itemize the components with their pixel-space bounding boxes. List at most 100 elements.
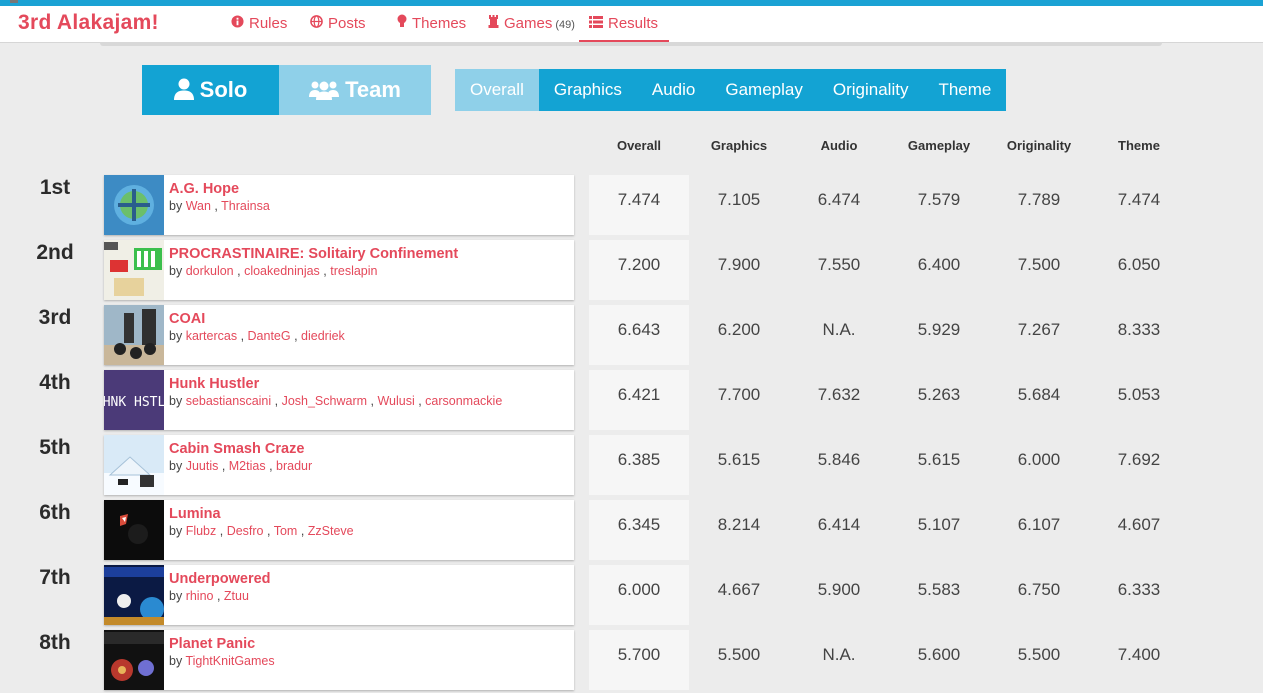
author-link[interactable]: bradur: [276, 459, 312, 473]
game-thumbnail[interactable]: [104, 630, 164, 690]
score-theme: 7.474: [1117, 190, 1161, 209]
author-separator: ,: [216, 524, 227, 538]
team-division-button[interactable]: Team: [279, 65, 431, 115]
author-link[interactable]: treslapin: [330, 264, 377, 278]
score-theme: 6.333: [1117, 580, 1161, 599]
score-originality: 6.107: [1017, 515, 1061, 534]
col-header-theme: Theme: [1118, 138, 1160, 153]
nav-themes[interactable]: Themes: [397, 6, 466, 42]
author-link[interactable]: Wan: [186, 199, 211, 213]
game-thumbnail[interactable]: [104, 500, 164, 560]
author-link[interactable]: Juutis: [186, 459, 219, 473]
author-link[interactable]: diedriek: [301, 329, 345, 343]
tab-theme[interactable]: Theme: [923, 69, 1006, 111]
score-audio: 7.632: [817, 385, 861, 404]
brand-link[interactable]: 3rd Alakajam!: [18, 11, 159, 35]
game-thumbnail[interactable]: [104, 565, 164, 625]
tab-overall[interactable]: Overall: [455, 69, 539, 111]
author-link[interactable]: dorkulon: [186, 264, 234, 278]
score-graphics: 8.214: [717, 515, 761, 534]
tab-gameplay[interactable]: Gameplay: [710, 69, 817, 111]
game-authors: by TightKnitGames: [169, 654, 275, 668]
score-audio: 5.846: [817, 450, 861, 469]
game-card[interactable]: Lumina by Flubz , Desfro , Tom , ZzSteve: [104, 500, 574, 560]
game-authors: by Wan , Thrainsa: [169, 199, 270, 213]
game-title-link[interactable]: Cabin Smash Craze: [169, 441, 304, 457]
author-separator: ,: [414, 394, 426, 408]
game-thumbnail[interactable]: [104, 435, 164, 495]
game-title-link[interactable]: Lumina: [169, 506, 221, 522]
game-thumbnail[interactable]: [104, 175, 164, 235]
col-header-overall: Overall: [616, 138, 662, 153]
info-icon: [231, 6, 244, 42]
tab-originality[interactable]: Originality: [818, 69, 924, 111]
author-link[interactable]: Wulusi: [377, 394, 414, 408]
game-title-link[interactable]: A.G. Hope: [169, 181, 239, 197]
author-separator: ,: [237, 329, 248, 343]
score-graphics: 7.900: [717, 255, 761, 274]
author-link[interactable]: Flubz: [186, 524, 217, 538]
author-separator: ,: [218, 459, 229, 473]
game-title-link[interactable]: Planet Panic: [169, 636, 255, 652]
col-header-audio: Audio: [820, 138, 858, 153]
game-authors: by Juutis , M2tias , bradur: [169, 459, 312, 473]
score-graphics: 5.615: [717, 450, 761, 469]
score-audio: 6.414: [817, 515, 861, 534]
nav-games[interactable]: Games (49): [488, 6, 575, 42]
author-separator: ,: [367, 394, 378, 408]
game-card[interactable]: PROCRASTINAIRE: Solitairy Confinement by …: [104, 240, 574, 300]
rank-label: 8th: [39, 631, 71, 654]
author-link[interactable]: carsonmackie: [425, 394, 502, 408]
author-link[interactable]: Ztuu: [224, 589, 249, 603]
author-link[interactable]: Tom: [274, 524, 298, 538]
game-card[interactable]: Cabin Smash Craze by Juutis , M2tias , br…: [104, 435, 574, 495]
nav-rules[interactable]: Rules: [231, 6, 287, 42]
solo-division-button[interactable]: Solo: [142, 65, 279, 115]
score-overall: 6.421: [617, 385, 661, 404]
author-separator: ,: [290, 329, 302, 343]
rank-label: 7th: [39, 566, 71, 589]
game-title-link[interactable]: COAI: [169, 311, 205, 327]
game-title-link[interactable]: PROCRASTINAIRE: Solitairy Confinement: [169, 246, 458, 262]
author-link[interactable]: DanteG: [248, 329, 291, 343]
score-originality: 6.750: [1017, 580, 1061, 599]
score-graphics: 4.667: [717, 580, 761, 599]
game-title-link[interactable]: Underpowered: [169, 571, 271, 587]
game-thumbnail[interactable]: [104, 305, 164, 365]
game-card[interactable]: Underpowered by rhino , Ztuu: [104, 565, 574, 625]
authors-prefix: by: [169, 329, 186, 343]
author-link[interactable]: ZzSteve: [308, 524, 354, 538]
authors-prefix: by: [169, 264, 186, 278]
author-separator: ,: [319, 264, 331, 278]
score-audio: 5.900: [817, 580, 861, 599]
score-graphics: 7.700: [717, 385, 761, 404]
subnav-shadow: [100, 42, 1162, 46]
game-card[interactable]: Planet Panic by TightKnitGames: [104, 630, 574, 690]
author-separator: ,: [233, 264, 245, 278]
game-authors: by kartercas , DanteG , diedriek: [169, 329, 345, 343]
game-thumbnail[interactable]: [104, 240, 164, 300]
nav-posts[interactable]: Posts: [310, 6, 366, 42]
author-link[interactable]: cloakedninjas: [244, 264, 320, 278]
game-title-link[interactable]: Hunk Hustler: [169, 376, 259, 392]
author-separator: ,: [210, 199, 222, 213]
game-card[interactable]: HNK HSTL Hunk Hustler by sebastianscaini ,…: [104, 370, 574, 430]
author-link[interactable]: Josh_Schwarm: [282, 394, 367, 408]
author-link[interactable]: kartercas: [186, 329, 237, 343]
score-graphics: 6.200: [717, 320, 761, 339]
game-card[interactable]: A.G. Hope by Wan , Thrainsa: [104, 175, 574, 235]
tab-graphics[interactable]: Graphics: [539, 69, 637, 111]
author-link[interactable]: Thrainsa: [221, 199, 270, 213]
tab-audio[interactable]: Audio: [637, 69, 710, 111]
nav-results[interactable]: Results: [579, 6, 670, 42]
author-separator: ,: [271, 394, 282, 408]
navbar: 3rd Alakajam! Rules Posts Themes Games (4…: [0, 6, 1263, 42]
game-thumbnail[interactable]: HNK HSTL: [104, 370, 164, 430]
author-link[interactable]: M2tias: [229, 459, 266, 473]
author-link[interactable]: Desfro: [227, 524, 264, 538]
author-link[interactable]: TightKnitGames: [185, 654, 274, 668]
score-theme: 4.607: [1117, 515, 1161, 534]
author-link[interactable]: rhino: [186, 589, 214, 603]
author-link[interactable]: sebastianscaini: [186, 394, 271, 408]
game-card[interactable]: COAI by kartercas , DanteG , diedriek: [104, 305, 574, 365]
